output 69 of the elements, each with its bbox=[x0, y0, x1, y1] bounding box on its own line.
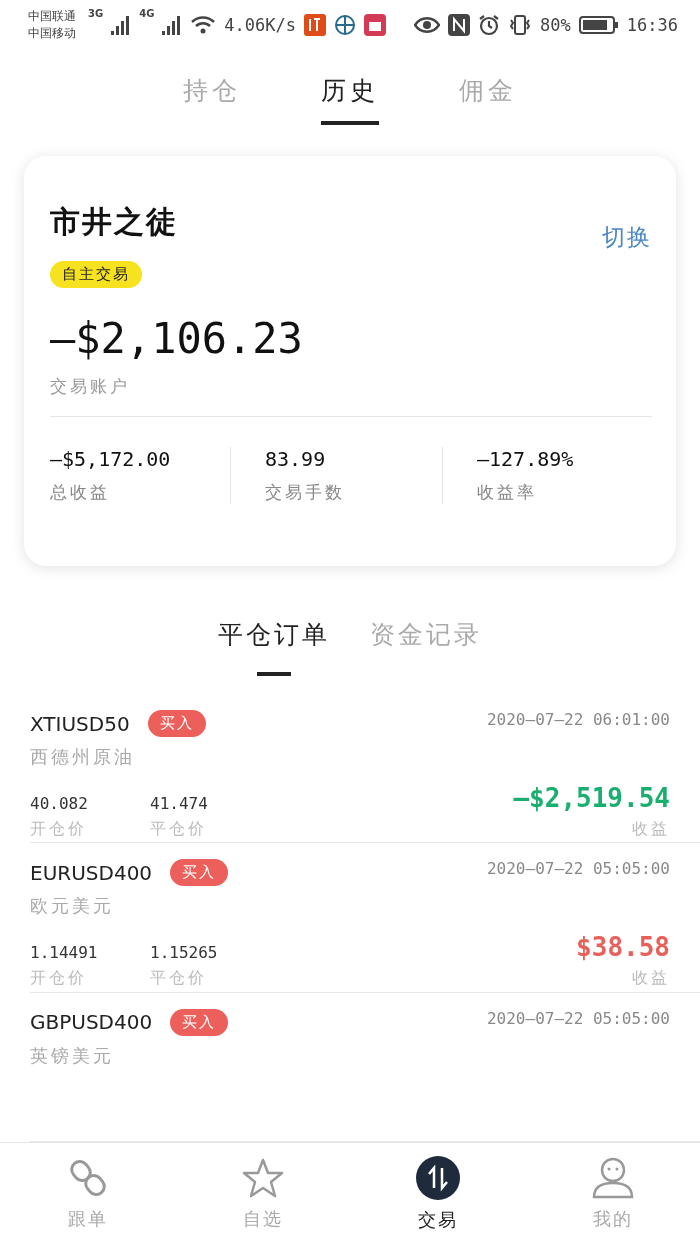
network-speed: 4.06K/s bbox=[224, 15, 296, 35]
profit-label: 收益 bbox=[632, 819, 670, 840]
battery-level: 80% bbox=[540, 15, 571, 35]
price-label: 平仓价 bbox=[150, 968, 208, 990]
stat-value: 83.99 bbox=[265, 447, 327, 471]
stat-label: 总收益 bbox=[50, 481, 111, 504]
nfc-icon bbox=[448, 14, 471, 36]
tab[interactable]: 持仓 bbox=[183, 74, 241, 125]
carrier-name: 中国移动 bbox=[28, 25, 76, 42]
account-name: 市井之徒 bbox=[50, 203, 178, 241]
profit-amount: —$2,519.54 bbox=[513, 783, 670, 813]
side-badge: 买入 bbox=[147, 710, 206, 737]
clock-time: 16:36 bbox=[626, 15, 678, 35]
tab[interactable]: 资金记录 bbox=[370, 618, 482, 676]
wifi-icon bbox=[190, 15, 217, 35]
nav-item[interactable]: 跟单 bbox=[0, 1143, 175, 1244]
switch-link[interactable]: 切换 bbox=[602, 222, 652, 253]
order-symbol: EURUSD400 bbox=[30, 860, 153, 885]
instrument-name: 英镑美元 bbox=[30, 1043, 115, 1068]
signal-icon bbox=[162, 15, 183, 35]
nav-label: 跟单 bbox=[67, 1206, 108, 1231]
tab[interactable]: 平仓订单 bbox=[218, 618, 330, 676]
nav-item[interactable]: 我的 bbox=[525, 1143, 700, 1244]
instrument-name: 欧元美元 bbox=[30, 894, 115, 919]
carrier-name: 中国联通 bbox=[28, 8, 76, 25]
order-time: 2020—07—22 06:01:00 bbox=[486, 710, 670, 729]
close-price: 1.15265 bbox=[150, 943, 219, 963]
eye-icon bbox=[414, 16, 441, 34]
bag-icon bbox=[364, 14, 386, 36]
nav-label: 交易 bbox=[417, 1207, 458, 1232]
vibrate-icon bbox=[508, 14, 533, 36]
star-icon bbox=[241, 1156, 284, 1199]
network-type: 3G bbox=[88, 8, 104, 19]
signal-icon bbox=[111, 15, 132, 35]
side-badge: 买入 bbox=[170, 1008, 229, 1036]
open-price: 1.14491 bbox=[30, 943, 99, 963]
profit-amount: $38.58 bbox=[576, 932, 670, 963]
stat-value: —127.89% bbox=[477, 447, 575, 471]
account-tag: 自主交易 bbox=[50, 261, 142, 288]
swap-icon bbox=[415, 1155, 460, 1200]
order-time: 2020—07—22 05:05:00 bbox=[486, 1008, 670, 1028]
stat-value: —$5,172.00 bbox=[50, 447, 172, 471]
open-price: 40.082 bbox=[30, 794, 89, 813]
stat-label: 收益率 bbox=[477, 481, 538, 504]
account-balance: —$2,106.23 bbox=[50, 314, 304, 363]
balance-label: 交易账户 bbox=[50, 375, 131, 398]
alarm-icon bbox=[478, 14, 501, 36]
order-symbol: XTIUSD50 bbox=[30, 711, 130, 736]
profit-label: 收益 bbox=[632, 968, 670, 990]
side-badge: 买入 bbox=[170, 859, 229, 887]
globe-icon bbox=[334, 14, 356, 36]
tab[interactable]: 佣金 bbox=[459, 74, 517, 125]
nav-label: 我的 bbox=[592, 1206, 633, 1231]
nav-item[interactable]: 交易 bbox=[350, 1143, 525, 1244]
instrument-name: 西德州原油 bbox=[30, 745, 136, 769]
app-icon bbox=[304, 14, 326, 36]
stat-label: 交易手数 bbox=[265, 481, 346, 504]
price-label: 开仓价 bbox=[30, 819, 88, 840]
order-symbol: GBPUSD400 bbox=[30, 1010, 153, 1035]
user-icon bbox=[590, 1156, 635, 1199]
battery-icon bbox=[578, 15, 619, 35]
network-type: 4G bbox=[139, 8, 155, 19]
tab[interactable]: 历史 bbox=[321, 74, 379, 125]
nav-item[interactable]: 自选 bbox=[175, 1143, 350, 1244]
price-label: 平仓价 bbox=[150, 819, 208, 840]
close-price: 41.474 bbox=[150, 794, 209, 813]
price-label: 开仓价 bbox=[30, 968, 88, 990]
nav-label: 自选 bbox=[242, 1206, 283, 1231]
order-time: 2020—07—22 05:05:00 bbox=[486, 859, 670, 879]
